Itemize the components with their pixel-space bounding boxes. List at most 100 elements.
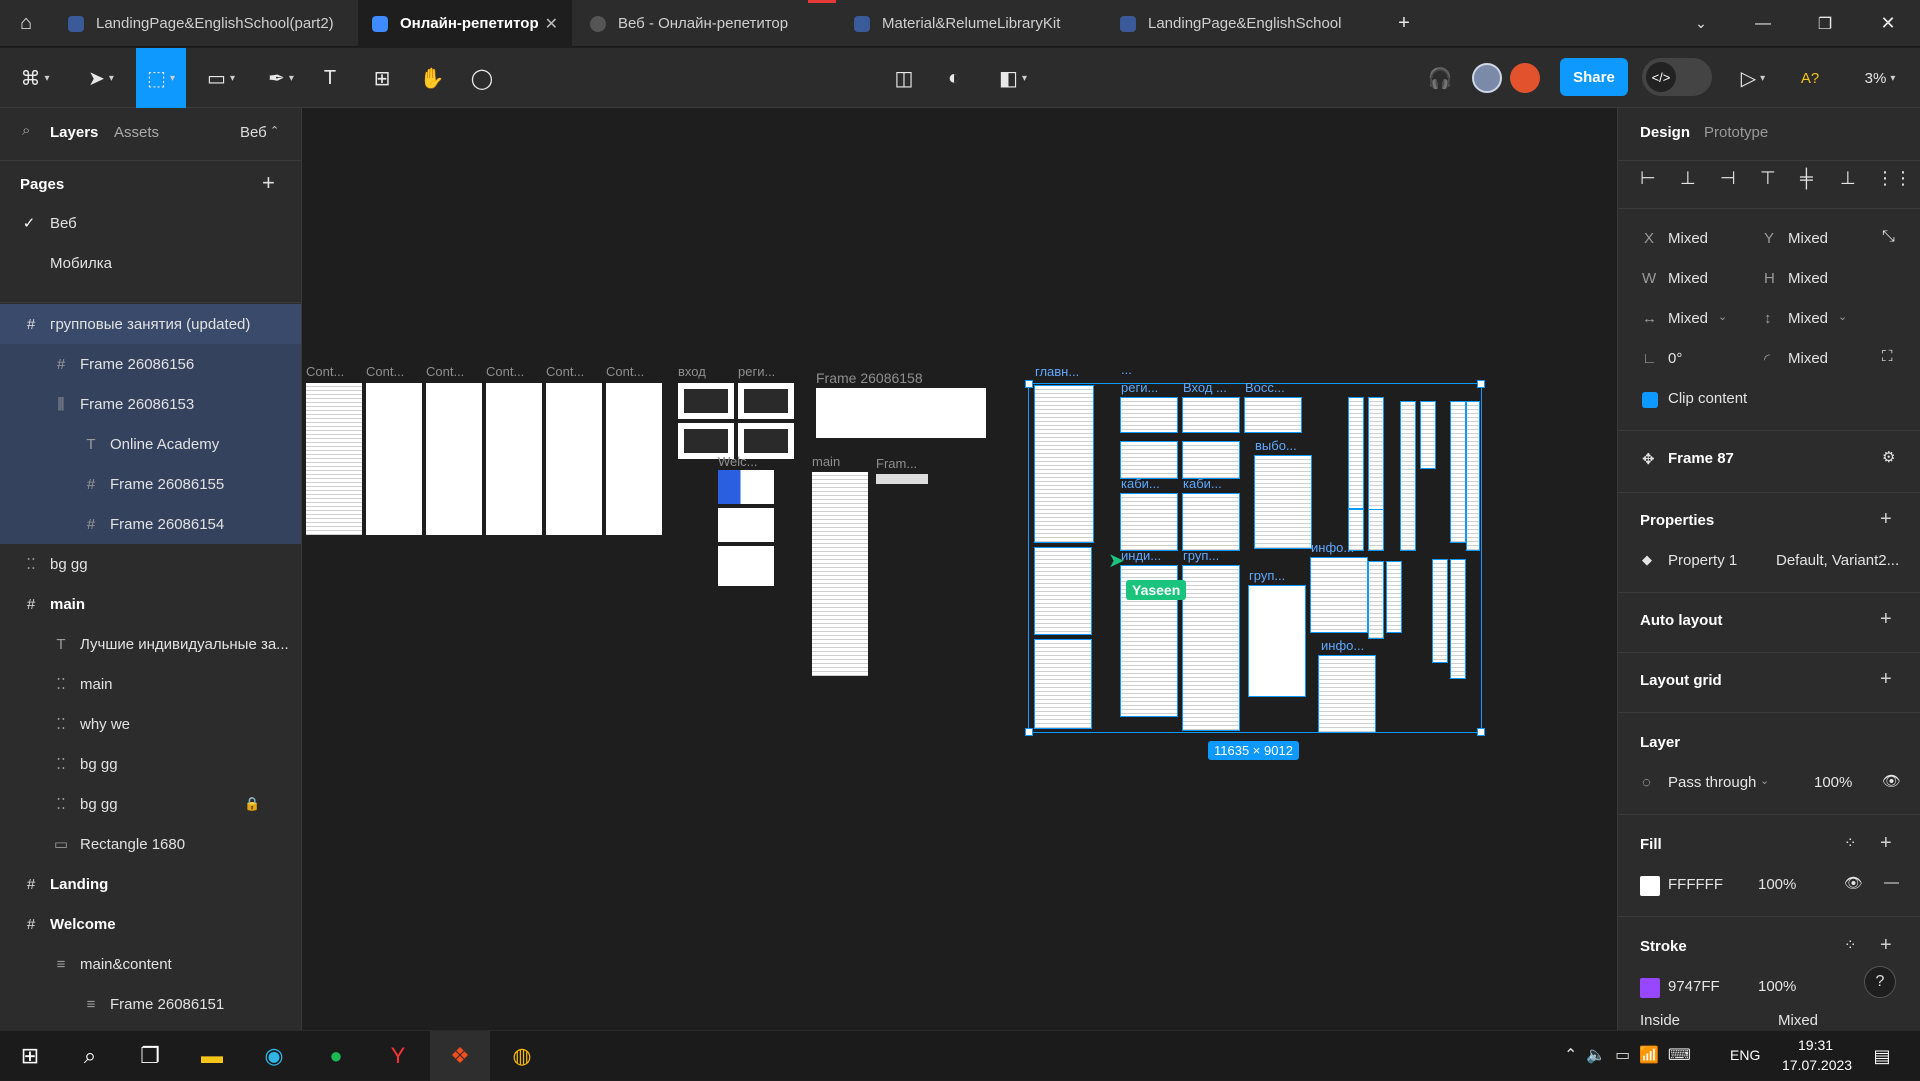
frame-label[interactable]: реги... xyxy=(738,364,775,379)
content-frame[interactable] xyxy=(366,383,422,535)
frame-label[interactable]: Cont... xyxy=(306,364,344,379)
registration-frame[interactable] xyxy=(738,383,794,419)
welcome-frame[interactable] xyxy=(718,546,774,586)
rotation-input[interactable]: 0° xyxy=(1668,350,1682,367)
frame-label[interactable]: Welc... xyxy=(718,454,758,469)
narrow-frame[interactable] xyxy=(1400,401,1416,551)
vertical-resize-select[interactable]: Mixed xyxy=(1788,310,1828,327)
add-page-icon[interactable]: + xyxy=(262,170,275,196)
small-frame[interactable] xyxy=(876,474,928,484)
figma-app-icon[interactable]: ❖ xyxy=(430,1031,490,1081)
pen-tool-button[interactable]: ✒ ▾ xyxy=(256,48,306,108)
avatar[interactable] xyxy=(1472,63,1502,93)
tab-material-relume[interactable]: Material&RelumeLibraryKit xyxy=(840,0,1102,47)
frame-label[interactable]: груп... xyxy=(1249,568,1285,583)
clip-content-checkbox[interactable] xyxy=(1642,392,1658,408)
layer-bg-gg-3[interactable]: ⁚⁚ bg gg 🔒 xyxy=(0,784,301,824)
stroke-hex-input[interactable]: 9747FF xyxy=(1668,978,1720,995)
layer-frame-26086154[interactable]: # Frame 26086154 xyxy=(0,504,301,544)
search-icon[interactable]: ⌕ xyxy=(60,1031,120,1081)
distribute-icon[interactable]: ⋮⋮ xyxy=(1876,168,1912,189)
add-property-icon[interactable]: + xyxy=(1880,508,1892,531)
task-view-icon[interactable]: ❐ xyxy=(120,1031,180,1081)
page-frame[interactable] xyxy=(1034,639,1092,729)
eye-icon[interactable]: 👁 xyxy=(1844,874,1863,892)
frame-label[interactable]: main xyxy=(812,454,840,469)
narrow-frame[interactable] xyxy=(1368,397,1384,515)
tab-landing-part2[interactable]: LandingPage&EnglishSchool(part2) xyxy=(54,0,356,47)
stroke-position-select[interactable]: Inside xyxy=(1640,1012,1680,1029)
clock-time[interactable]: 19:31 xyxy=(1798,1037,1833,1053)
yandex-browser-icon[interactable]: Y xyxy=(368,1031,428,1081)
audio-button[interactable]: 🎧 xyxy=(1420,48,1460,108)
page-frame[interactable] xyxy=(1034,547,1092,635)
page-frame[interactable] xyxy=(1182,441,1240,479)
frame-label[interactable]: Frame 26086158 xyxy=(816,370,923,386)
w-input[interactable]: Mixed xyxy=(1668,270,1708,287)
eye-icon[interactable]: 👁 xyxy=(1882,772,1901,790)
narrow-frame[interactable] xyxy=(1466,401,1480,551)
move-tool-button[interactable]: ➤ ▾ xyxy=(76,48,126,108)
narrow-frame[interactable] xyxy=(1420,401,1436,469)
info-frame[interactable] xyxy=(1318,655,1376,733)
page-selector[interactable]: Веб xyxy=(240,124,267,141)
layer-frame-26086156[interactable]: # Frame 26086156 xyxy=(0,344,301,384)
share-button[interactable]: Share xyxy=(1560,58,1628,96)
chevron-down-icon[interactable]: ⌄ xyxy=(1676,0,1726,47)
component-settings-icon[interactable]: ⚙ xyxy=(1882,448,1895,466)
layer-frame-26086153[interactable]: ⫼ Frame 26086153 xyxy=(0,384,301,424)
add-layout-grid-icon[interactable]: + xyxy=(1880,668,1892,691)
login-frame[interactable] xyxy=(1182,397,1240,433)
property-value-select[interactable]: Default, Variant2... xyxy=(1776,552,1916,569)
stroke-weight-input[interactable]: Mixed xyxy=(1778,1012,1818,1029)
narrow-frame[interactable] xyxy=(1432,559,1448,663)
chrome-icon[interactable]: ◍ xyxy=(492,1031,552,1081)
crop-button[interactable]: ◫ xyxy=(886,48,922,108)
tab-design[interactable]: Design xyxy=(1640,124,1690,141)
tab-assets[interactable]: Assets xyxy=(114,124,159,141)
frame-label[interactable]: Cont... xyxy=(606,364,644,379)
tab-online-tutor[interactable]: Онлайн-репетитор ✕ xyxy=(358,0,572,47)
boolean-button[interactable]: ◧ ▾ xyxy=(988,48,1038,108)
stroke-opacity-input[interactable]: 100% xyxy=(1758,978,1796,995)
mask-button[interactable]: ◐ xyxy=(936,48,972,108)
tab-web-online-tutor[interactable]: Веб - Онлайн-репетитор xyxy=(576,0,836,47)
canvas[interactable]: Cont... Cont... Cont... Cont... Cont... … xyxy=(302,108,1617,1030)
align-left-icon[interactable]: ⊢ xyxy=(1640,168,1656,189)
frame-label[interactable]: вход xyxy=(678,364,706,379)
align-center-h-icon[interactable]: ⊥ xyxy=(1680,168,1696,189)
narrow-frame[interactable] xyxy=(1368,509,1384,551)
resources-button[interactable]: ⊞ xyxy=(364,48,400,108)
narrow-frame[interactable] xyxy=(1348,509,1364,551)
content-frame[interactable] xyxy=(606,383,662,535)
missing-fonts-button[interactable]: A? xyxy=(1790,48,1830,108)
add-fill-icon[interactable]: + xyxy=(1880,832,1892,855)
main-menu-button[interactable]: ⌘ ▾ xyxy=(10,48,60,108)
layer-why-we[interactable]: ⁚⁚ why we xyxy=(0,704,301,744)
layer-frame-26086151[interactable]: ≡ Frame 26086151 xyxy=(0,984,301,1024)
content-frame[interactable] xyxy=(546,383,602,535)
frame-label[interactable]: каби... xyxy=(1183,476,1222,491)
stroke-swatch[interactable] xyxy=(1640,978,1660,998)
content-frame[interactable] xyxy=(426,383,482,535)
frame-label[interactable]: Вход ... xyxy=(1183,380,1227,395)
fill-swatch[interactable] xyxy=(1640,876,1660,896)
narrow-frame[interactable] xyxy=(1348,397,1364,509)
x-input[interactable]: Mixed xyxy=(1668,230,1708,247)
new-tab-plus-icon[interactable]: + xyxy=(1382,0,1426,47)
welcome-frame[interactable] xyxy=(718,470,774,504)
choice-frame[interactable] xyxy=(1254,455,1312,549)
shape-tool-button[interactable]: ▭ ▾ xyxy=(196,48,246,108)
align-top-icon[interactable]: ⊤ xyxy=(1760,168,1776,189)
y-input[interactable]: Mixed xyxy=(1788,230,1828,247)
layer-group-classes[interactable]: # групповые занятия (updated) xyxy=(0,304,301,344)
layer-opacity-input[interactable]: 100% xyxy=(1814,774,1852,791)
file-explorer-icon[interactable]: ▬ xyxy=(182,1031,242,1081)
main-frame[interactable] xyxy=(812,472,868,676)
tray-icons[interactable]: ⌃ 🔈 ▭ 📶 ⌨ xyxy=(1564,1045,1691,1065)
present-button[interactable]: ▷ ▾ xyxy=(1728,48,1778,108)
fill-hex-input[interactable]: FFFFFF xyxy=(1668,876,1723,893)
add-stroke-icon[interactable]: + xyxy=(1880,934,1892,957)
help-button[interactable]: ? xyxy=(1864,966,1896,998)
stroke-styles-icon[interactable]: ⁘ xyxy=(1844,936,1857,954)
